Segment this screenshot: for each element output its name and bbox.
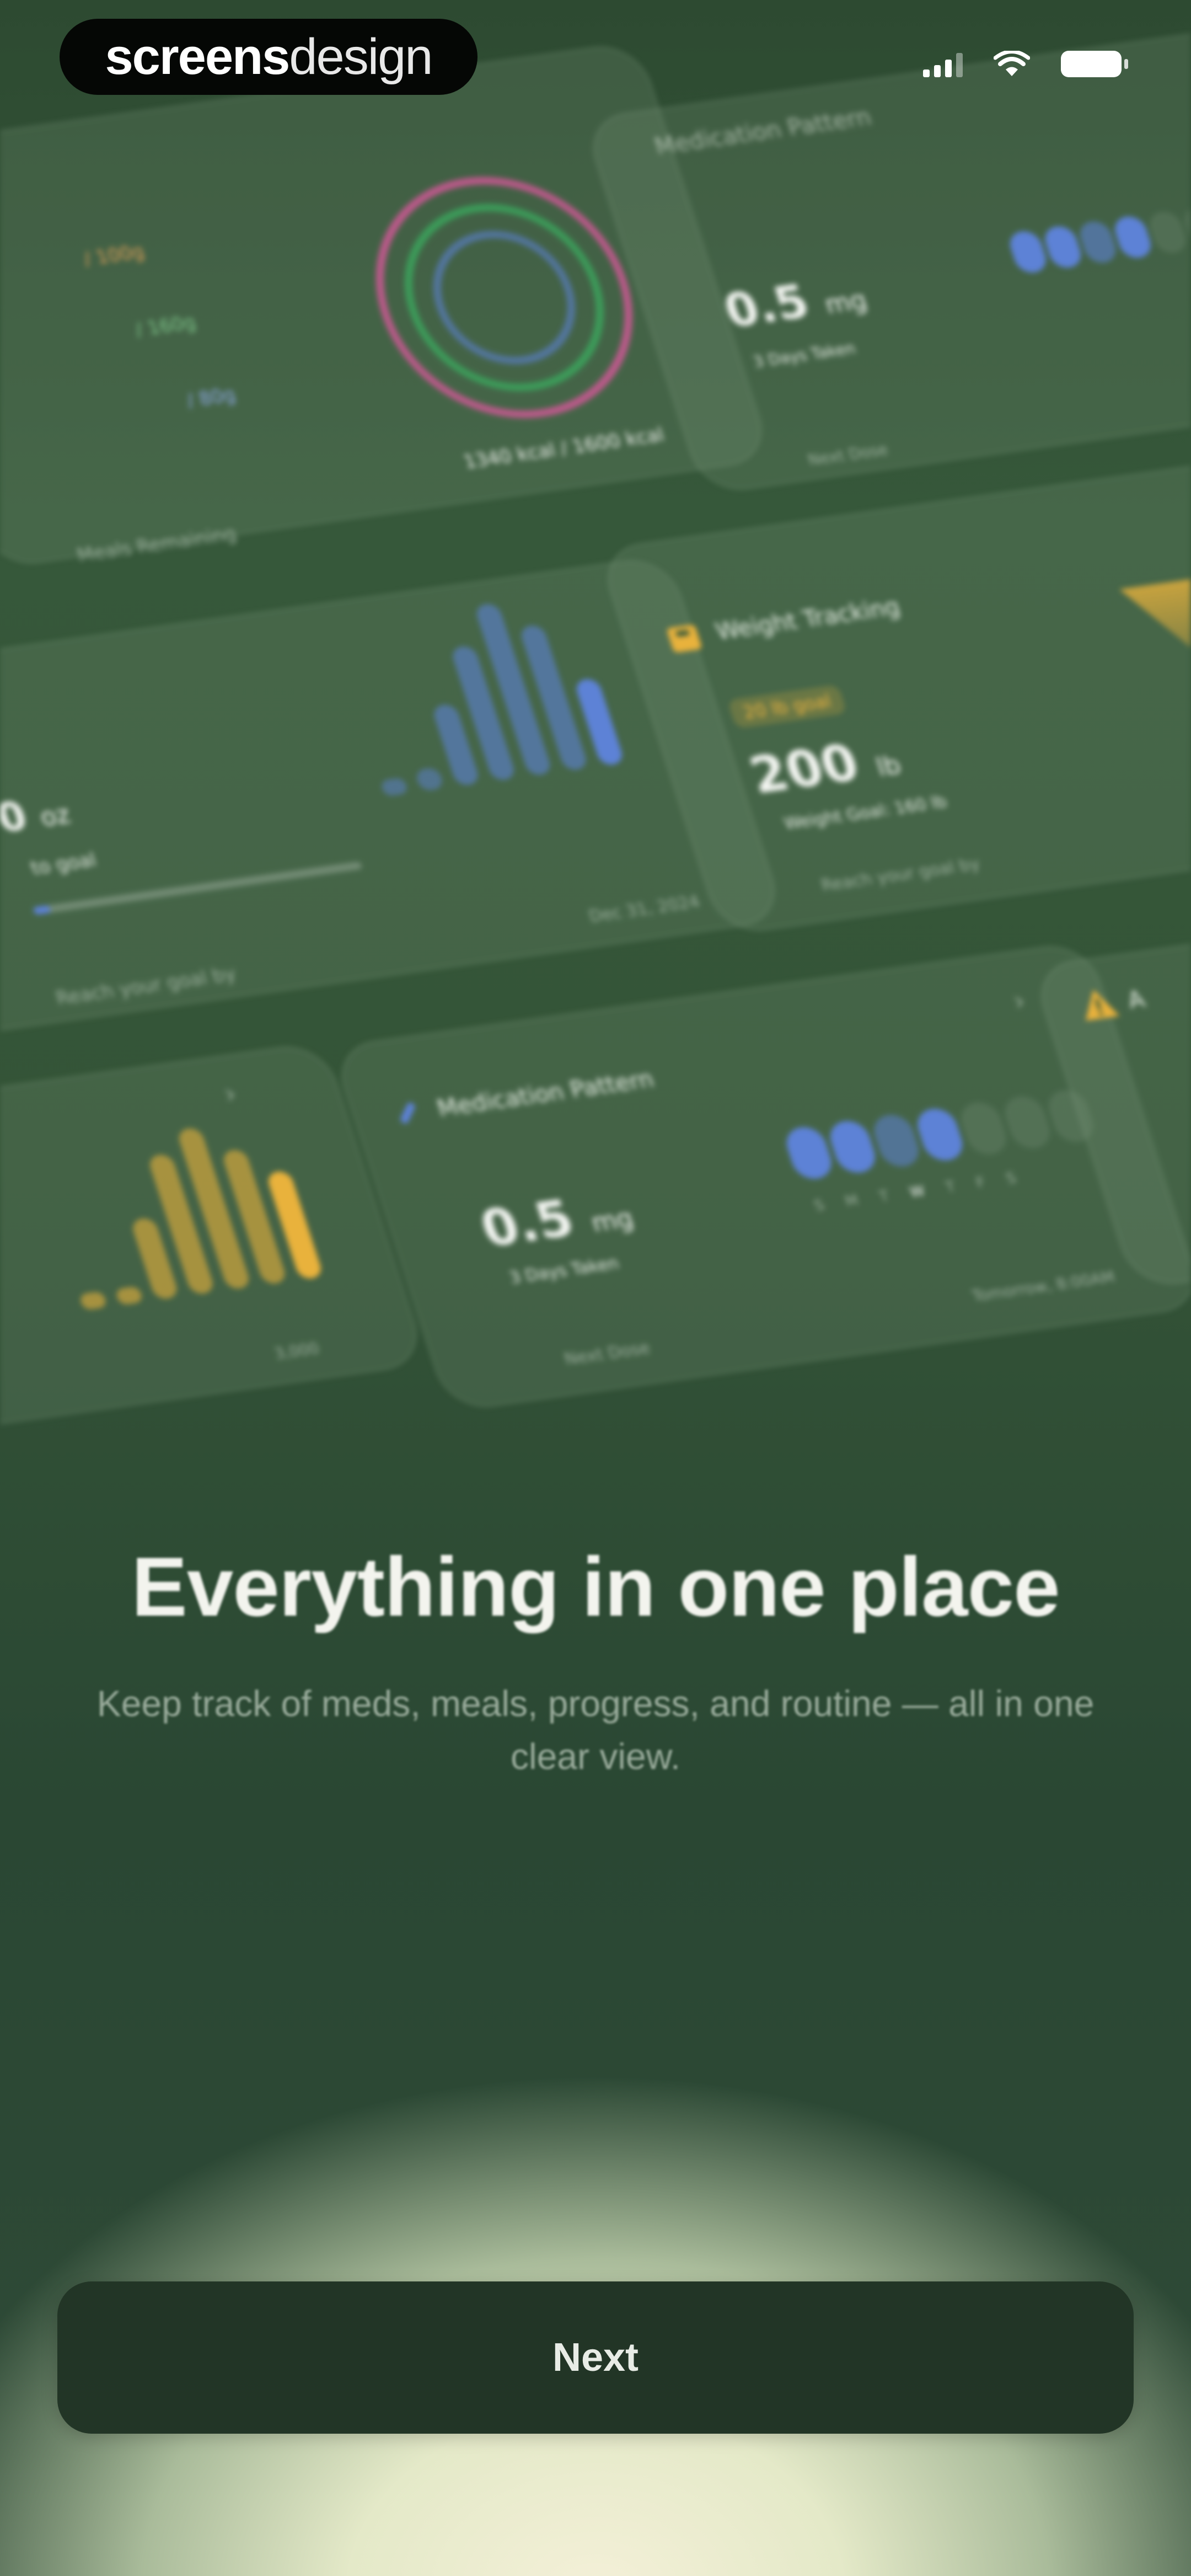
weight-unit: lb (872, 750, 905, 782)
weight-chart (1119, 575, 1191, 717)
weight-footer: Reach your goal by (818, 854, 983, 895)
day-label: S (812, 1196, 827, 1215)
weight-goal-tag: 20 lb goal (727, 684, 847, 729)
medication-main-next: Tomorrow, 8:00AM (969, 1267, 1118, 1305)
day-label: M (843, 1192, 861, 1210)
activity-bars (32, 1117, 324, 1311)
water-date: Dec 31, 2024 (586, 892, 702, 927)
wifi-icon (994, 51, 1030, 76)
dashboard-preview: / 100g / 160g / 80g 1340 kcal / 1600 kca… (0, 0, 1191, 1445)
water-bars (330, 592, 625, 797)
medication-pills (1006, 200, 1191, 275)
day-label: T (943, 1178, 958, 1196)
page-subtitle: Keep track of meds, meals, progress, and… (96, 1683, 1095, 1777)
medication-title: Medication Pattern (651, 103, 875, 160)
water-value: 0 oz (0, 787, 75, 841)
day-label: T (877, 1188, 892, 1205)
medication-main-days: 3 Days Taken (507, 1253, 621, 1288)
warning-icon (1086, 989, 1120, 1021)
page-title: Everything in one place (131, 1540, 1060, 1634)
weight-title: Weight Tracking (712, 592, 904, 645)
next-button[interactable]: Next (57, 2281, 1134, 2434)
activity-chevron-icon: › (219, 1078, 240, 1110)
activity-footer: 3,000 (272, 1339, 322, 1363)
water-footer: Reach your goal by (53, 963, 239, 1009)
medication-days-row: S M T W T F S (812, 1170, 1018, 1214)
day-label-today: W (908, 1183, 927, 1201)
scale-icon (667, 624, 701, 653)
macro-row-2: / 160g (132, 311, 199, 341)
medication-main-unit: mg (587, 1203, 637, 1238)
medication-chevron-icon: › (1008, 985, 1029, 1017)
macro-row-3: / 80g (184, 383, 239, 412)
medication-main-value: 0.5 (473, 1189, 581, 1259)
brand-badge: screens design (60, 19, 478, 95)
brand-part-2: design (289, 28, 433, 85)
medication-dose: 0.5 mg (717, 266, 872, 338)
medication-main-title: Medication Pattern (433, 1065, 657, 1122)
weight-number: 200 (742, 733, 866, 805)
day-label: F (974, 1174, 988, 1191)
day-label: S (1004, 1170, 1018, 1188)
medication-main-footer: Next Dose (562, 1338, 653, 1369)
syringe-icon (400, 1103, 415, 1124)
brand-part-1: screens (105, 28, 291, 85)
medication-main-dose: 0.5 mg (474, 1180, 639, 1258)
water-unit: oz (36, 799, 74, 832)
battery-icon (1061, 51, 1128, 77)
medication-days: 3 Days Taken (750, 339, 858, 371)
water-amount (0, 797, 6, 841)
macros-goal: 1340 kcal / 1600 kcal (460, 424, 667, 473)
weight-value: 200 lb (743, 728, 906, 805)
alert-title: A (1124, 985, 1149, 1014)
macros-footer: Meals Remaining (74, 522, 239, 566)
signal-icon (923, 51, 963, 77)
water-sub: to goal (28, 849, 99, 880)
medication-dose-unit: mg (820, 285, 871, 319)
medication-dose-value: 0.5 (717, 274, 816, 338)
medication-main-pills (781, 1088, 1099, 1182)
medication-next: Next Dose (806, 440, 890, 469)
status-bar (923, 51, 1128, 77)
macro-row-1: / 100g (81, 241, 147, 270)
